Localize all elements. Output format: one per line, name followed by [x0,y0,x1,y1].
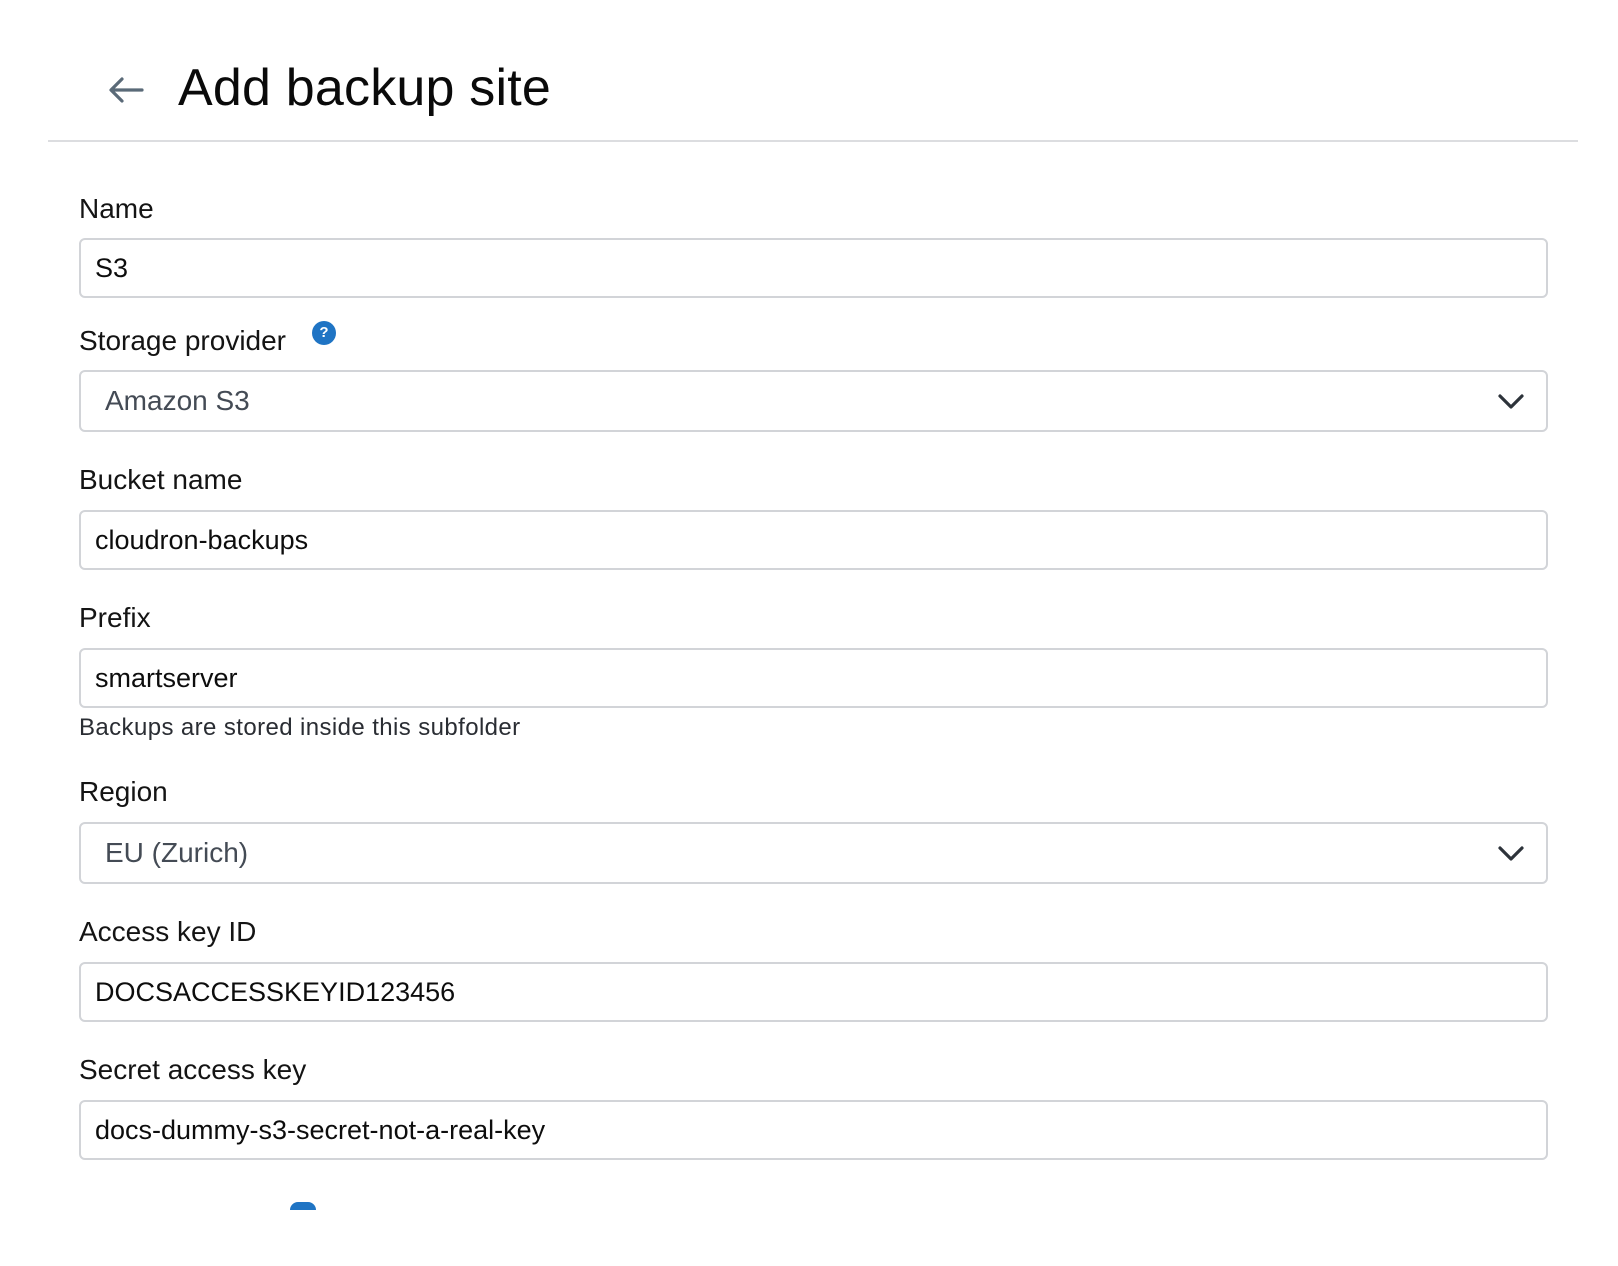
prefix-input[interactable] [79,648,1548,708]
region-selected-value: EU (Zurich) [105,837,249,868]
page-header: Add backup site [48,0,1578,142]
region-select[interactable]: EU (Zurich) [79,822,1548,884]
secret-access-key-label: Secret access key [79,1054,307,1085]
chevron-down-icon [1498,846,1524,861]
region-label: Region [79,776,168,807]
secret-access-key-input[interactable] [79,1100,1548,1160]
bucket-name-label: Bucket name [79,464,243,495]
prefix-label: Prefix [79,602,151,633]
name-input[interactable] [79,238,1548,298]
storage-provider-selected-value: Amazon S3 [105,385,250,416]
page-title: Add backup site [178,59,552,117]
add-backup-site-page: Add backup site Name Storage provider ? … [0,0,1618,1266]
bucket-name-input[interactable] [79,510,1548,570]
question-circle-icon[interactable]: ? [312,321,336,345]
access-key-id-label: Access key ID [79,916,257,947]
prefix-hint: Backups are stored inside this subfolder [79,714,521,741]
access-key-id-input[interactable] [79,962,1548,1022]
arrow-left-icon[interactable] [106,72,146,108]
name-label: Name [79,193,154,224]
chevron-down-icon [1498,394,1524,409]
storage-provider-select[interactable]: Amazon S3 [79,370,1548,432]
question-circle-icon[interactable] [290,1202,316,1210]
storage-provider-label: Storage provider [79,325,287,356]
